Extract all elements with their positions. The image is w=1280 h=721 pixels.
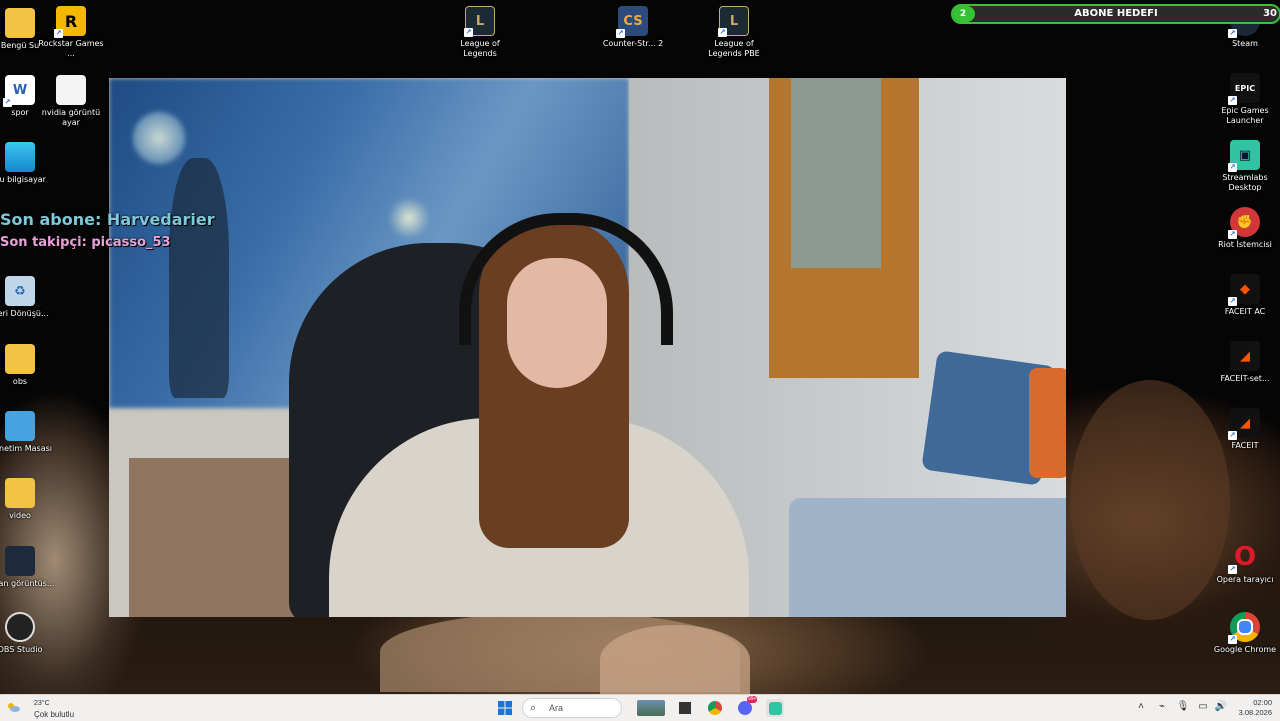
windows-start-icon: [498, 701, 512, 715]
league-of-legends-pbe-icon: L: [718, 6, 749, 37]
clock-date: 3.08.2026: [1238, 708, 1272, 717]
computer-icon: [5, 142, 35, 172]
news-widget-button[interactable]: [636, 699, 666, 717]
obs-icon: [5, 612, 35, 642]
search-icon: ⌕: [530, 702, 537, 714]
word-document-icon: W: [3, 75, 35, 107]
clock-time: 02:00: [1253, 698, 1272, 707]
faceit-icon: ◢: [1228, 408, 1260, 440]
taskbar: 23°C Çok bulutlu ⌕ Ara 99+ ˄ ⌁ 🎙 ▭ 🔊 02:…: [0, 694, 1280, 721]
desktop-icon-opera[interactable]: O Opera tarayıcı: [1209, 542, 1280, 585]
screenshot-icon: [5, 546, 35, 576]
taskbar-chrome-button[interactable]: [706, 699, 724, 717]
start-button[interactable]: [496, 699, 514, 717]
last-follower-text: Son takipçi: picasso_53: [0, 235, 171, 250]
desktop-icon-video[interactable]: video: [0, 478, 56, 521]
desktop-icon-chrome[interactable]: Google Chrome: [1209, 612, 1280, 655]
faceit-setup-icon: ◢: [1230, 341, 1260, 371]
chrome-icon: [1228, 612, 1260, 644]
recycle-bin-icon: ♻: [5, 276, 35, 306]
desktop-icon-rockstar[interactable]: R Rockstar Games ...: [35, 6, 107, 59]
webcam-painting-tree: [169, 158, 229, 398]
faceit-ac-icon: ◆: [1228, 274, 1260, 306]
last-subscriber-text: Son abone: Harvedarier: [0, 210, 215, 229]
taskbar-discord-button[interactable]: 99+: [736, 696, 758, 717]
volume-icon[interactable]: 🔊: [1214, 701, 1228, 712]
desktop-icon-bu-bilgisayar[interactable]: Bu bilgisayar: [0, 142, 56, 185]
webcam-pillow-orange: [1029, 368, 1066, 478]
desktop-icon-streamlabs[interactable]: ▣ Streamlabs Desktop: [1209, 140, 1280, 193]
discord-icon: [738, 701, 752, 715]
news-widget-icon: [637, 700, 665, 716]
folder-icon: [5, 344, 35, 374]
document-icon: [56, 75, 86, 105]
desktop-icon-control-panel[interactable]: Denetim Masası: [0, 411, 56, 454]
desktop-icon-nvidia[interactable]: nvidia görüntü ayar: [35, 75, 107, 128]
league-of-legends-icon: L: [464, 6, 495, 37]
desktop-icon-faceit[interactable]: ◢ FACEIT: [1209, 408, 1280, 451]
folder-icon: [5, 8, 35, 38]
desktop-icon-epic-games[interactable]: EPIC Epic Games Launcher: [1209, 73, 1280, 126]
control-panel-icon: [5, 411, 35, 441]
desktop-icon-counter-strike[interactable]: CS Counter-Str... 2: [597, 6, 669, 49]
taskbar-clock[interactable]: 02:00 3.08.2026: [1239, 698, 1272, 718]
chrome-icon: [708, 701, 722, 715]
monitor-icon[interactable]: ▭: [1196, 701, 1210, 712]
epic-games-icon: EPIC: [1228, 73, 1260, 105]
weather-temp: 23°C: [34, 700, 50, 707]
riot-client-icon: ✊: [1228, 207, 1260, 239]
desktop-icon-obs-folder[interactable]: obs: [0, 344, 56, 387]
webcam-sofa: [789, 498, 1066, 617]
opera-icon: O: [1228, 542, 1260, 574]
network-icon[interactable]: ⌁: [1155, 701, 1169, 712]
chevron-up-icon[interactable]: ˄: [1134, 701, 1148, 712]
desktop-icon-riot-client[interactable]: ✊ Riot İstemcisi: [1209, 207, 1280, 250]
webcam-feed: [109, 78, 1066, 617]
wallpaper-figure-right: [1070, 380, 1230, 620]
rockstar-icon: R: [54, 6, 86, 38]
desktop-icon-screenshot[interactable]: Ekran görüntüs...: [0, 546, 56, 589]
desktop-icon-recycle-bin[interactable]: ♻ Geri Dönüşü...: [0, 276, 56, 319]
streamlabs-icon: ▣: [1228, 140, 1260, 172]
subscriber-goal-bar: 2 ABONE HEDEFI 30: [951, 4, 1280, 24]
file-explorer-button[interactable]: [676, 699, 694, 717]
microphone-icon[interactable]: 🎙: [1176, 701, 1190, 712]
desktop-icon-league-of-legends[interactable]: L League of Legends: [444, 6, 516, 59]
discord-notification-badge: 99+: [747, 696, 758, 703]
taskbar-streamlabs-button[interactable]: [766, 699, 784, 717]
streamlabs-icon: [768, 701, 782, 715]
desktop-icon-faceit-setup[interactable]: ◢ FACEIT-set...: [1209, 341, 1280, 384]
webcam-door-panel: [791, 78, 881, 268]
taskbar-search-input[interactable]: ⌕ Ara: [522, 698, 622, 718]
subscriber-goal-title: ABONE HEDEFI: [1074, 8, 1158, 19]
weather-condition: Çok bulutlu: [34, 710, 75, 719]
folder-icon: [5, 478, 35, 508]
counter-strike-icon: CS: [616, 6, 648, 38]
desktop-icon-obs-studio[interactable]: OBS Studio: [0, 612, 56, 655]
desktop-icon-faceit-ac[interactable]: ◆ FACEIT AC: [1209, 274, 1280, 317]
subscriber-goal-target: 30: [1263, 8, 1277, 19]
partly-cloudy-icon: [8, 703, 20, 712]
desktop-icon-league-pbe[interactable]: L League of Legends PBE: [698, 6, 770, 59]
file-explorer-icon: [679, 702, 691, 714]
wallpaper-sleeping-face: [600, 625, 750, 694]
search-placeholder: Ara: [549, 703, 564, 713]
